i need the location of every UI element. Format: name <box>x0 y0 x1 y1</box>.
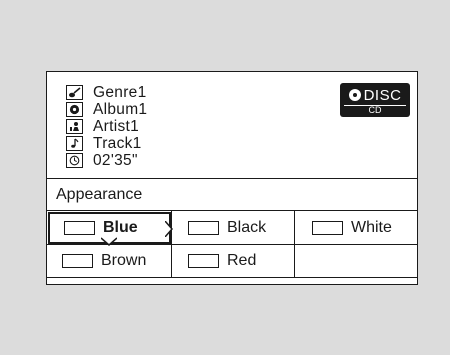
swatch-red <box>188 254 219 268</box>
option-blue-label: Blue <box>103 219 138 236</box>
option-black-label: Black <box>227 218 267 236</box>
display-screen: Genre1 Album1 Artist1 Track1 02'35" DISC… <box>46 71 418 285</box>
artist-row: Artist1 <box>66 118 139 135</box>
album-text: Album1 <box>93 101 148 118</box>
track-info-panel: Genre1 Album1 Artist1 Track1 02'35" DISC… <box>47 72 417 178</box>
appearance-heading: Appearance <box>47 178 417 211</box>
appearance-options-grid: Blue Black White Brown Red <box>47 211 417 277</box>
focus-arrow-right-icon <box>165 221 173 237</box>
swatch-white <box>312 220 343 235</box>
clock-icon <box>66 153 83 168</box>
guitar-icon <box>66 85 83 100</box>
bottom-divider <box>47 277 417 278</box>
disc-badge-icon <box>348 89 361 101</box>
track-row: Track1 <box>66 135 142 152</box>
empty-option-cell <box>295 245 417 277</box>
album-row: Album1 <box>66 101 147 118</box>
option-brown-label: Brown <box>101 252 147 269</box>
option-black[interactable]: Black <box>172 211 294 244</box>
genre-text: Genre1 <box>93 84 147 101</box>
option-white-label: White <box>351 218 392 236</box>
genre-row: Genre1 <box>66 84 147 101</box>
disc-label: DISC <box>363 86 402 104</box>
swatch-brown <box>62 254 93 268</box>
time-row: 02'35" <box>66 152 138 169</box>
music-note-icon <box>66 136 83 151</box>
focus-arrow-down-icon <box>101 237 117 246</box>
option-red-label: Red <box>227 252 257 269</box>
track-text: Track1 <box>93 135 142 152</box>
option-brown[interactable]: Brown <box>47 245 171 277</box>
disc-icon <box>66 102 83 117</box>
time-text: 02'35" <box>93 152 138 169</box>
person-icon <box>66 119 83 134</box>
artist-text: Artist1 <box>93 118 140 135</box>
disc-source-badge: DISC CD <box>340 83 410 117</box>
swatch-blue <box>64 221 95 235</box>
swatch-black <box>188 220 219 235</box>
option-white[interactable]: White <box>295 211 417 244</box>
disc-sub-label: CD <box>368 105 382 115</box>
option-red[interactable]: Red <box>172 245 294 277</box>
